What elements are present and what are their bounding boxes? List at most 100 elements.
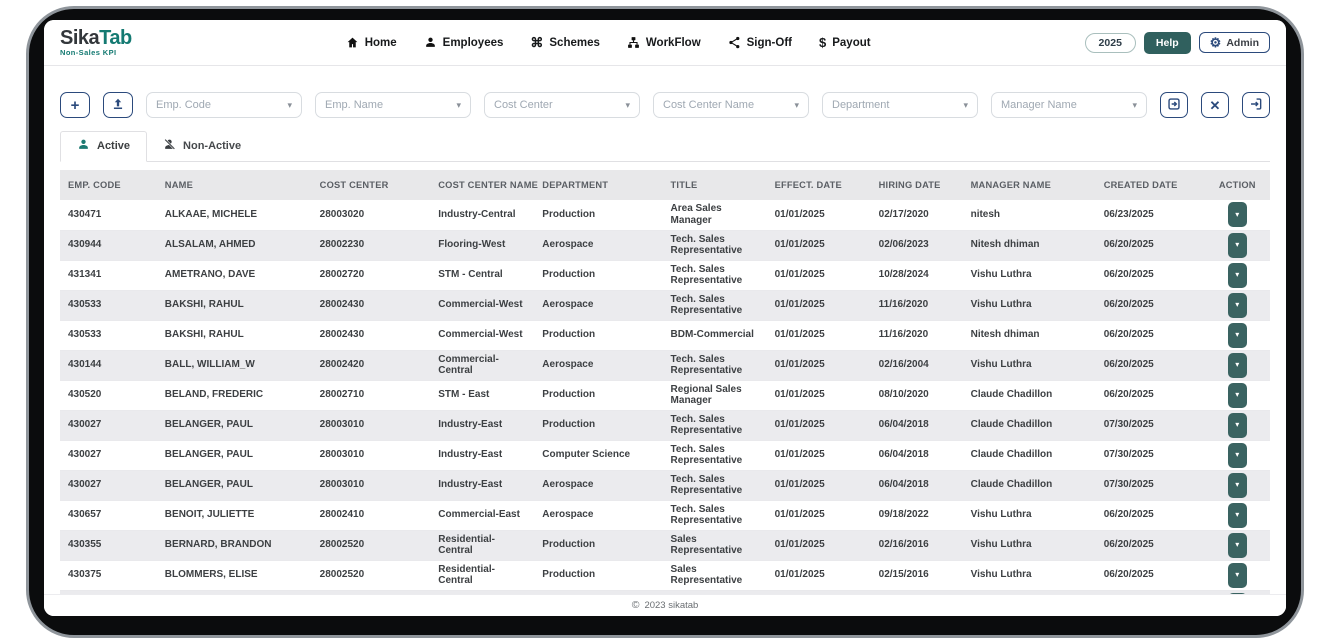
cell-cost-center-name: Industry-East: [430, 440, 534, 470]
filter-placeholder: Emp. Code: [156, 99, 287, 111]
table-row: 430533 BAKSHI, RAHUL 28002430 Commercial…: [60, 290, 1270, 320]
cell-department: Production: [534, 200, 662, 230]
cell-effect-date: 01/01/2025: [767, 230, 871, 260]
plus-icon: +: [71, 98, 80, 113]
row-action-button[interactable]: ▾: [1228, 202, 1247, 227]
col-emp-code: EMP. CODE: [60, 170, 157, 200]
brand-logo: SikaTab Non-Sales KPI: [60, 28, 132, 57]
row-action-button[interactable]: ▾: [1228, 263, 1247, 288]
year-badge[interactable]: 2025: [1085, 33, 1136, 53]
cell-effect-date: 01/01/2025: [767, 290, 871, 320]
cell-title: Tech. Sales Representative: [663, 500, 767, 530]
row-action-button[interactable]: ▾: [1228, 323, 1247, 348]
row-action-button[interactable]: ▾: [1228, 293, 1247, 318]
close-icon: ✕: [1210, 99, 1221, 112]
cell-cost-center-name: Commercial-West: [430, 290, 534, 320]
filter-emp-name[interactable]: Emp. Name ▾: [315, 92, 471, 118]
nav-signoff[interactable]: Sign-Off: [728, 36, 792, 49]
col-action: ACTION: [1205, 170, 1270, 200]
cell-name: BELANGER, PAUL: [157, 470, 312, 500]
cell-created-date: 06/23/2025: [1096, 200, 1205, 230]
table-row: 430027 BELANGER, PAUL 28003010 Industry-…: [60, 470, 1270, 500]
cell-manager-name: Nitesh dhiman: [963, 230, 1096, 260]
nav-schemes[interactable]: ⌘ Schemes: [530, 36, 600, 49]
cell-cost-center: 28003010: [312, 410, 431, 440]
cell-manager-name: Vishu Luthra: [963, 350, 1096, 380]
tab-non-active[interactable]: Non-Active: [147, 131, 257, 161]
cell-department: Production: [534, 320, 662, 350]
cell-hiring-date: 02/16/2016: [871, 530, 963, 560]
cell-department: Aerospace: [534, 230, 662, 260]
nav-payout[interactable]: $ Payout: [819, 36, 871, 49]
cell-cost-center: 28003010: [312, 440, 431, 470]
cell-hiring-date: 09/18/2022: [871, 500, 963, 530]
filter-cost-center[interactable]: Cost Center ▾: [484, 92, 640, 118]
filter-department[interactable]: Department ▾: [822, 92, 978, 118]
cell-hiring-date: 02/15/2016: [871, 560, 963, 590]
chevron-down-icon: ▾: [1235, 481, 1239, 489]
apply-filter-button[interactable]: [1160, 92, 1188, 118]
table-row: 430471 ALKAAE, MICHELE 28003020 Industry…: [60, 200, 1270, 230]
row-action-button[interactable]: ▾: [1228, 503, 1247, 528]
filter-placeholder: Manager Name: [1001, 99, 1132, 111]
tab-active[interactable]: Active: [60, 131, 147, 162]
filter-emp-code[interactable]: Emp. Code ▾: [146, 92, 302, 118]
cell-name: ALKAAE, MICHELE: [157, 200, 312, 230]
cell-hiring-date: 02/16/2004: [871, 350, 963, 380]
chevron-down-icon: ▾: [1235, 541, 1239, 549]
cell-hiring-date: 11/16/2020: [871, 320, 963, 350]
admin-button[interactable]: ⚙ Admin: [1199, 32, 1270, 53]
nav-home[interactable]: Home: [346, 36, 397, 49]
filter-cost-center-name[interactable]: Cost Center Name ▾: [653, 92, 809, 118]
row-action-button[interactable]: ▾: [1228, 533, 1247, 558]
chevron-down-icon: ▾: [625, 100, 630, 111]
cell-name: BELANGER, PAUL: [157, 440, 312, 470]
cell-cost-center: 28003020: [312, 200, 431, 230]
col-created-date: CREATED DATE: [1096, 170, 1205, 200]
cell-cost-center: 28002520: [312, 560, 431, 590]
row-action-button[interactable]: ▾: [1228, 413, 1247, 438]
cell-title: Regional Sales Manager: [663, 380, 767, 410]
cell-hiring-date: 10/28/2024: [871, 260, 963, 290]
row-action-button[interactable]: ▾: [1228, 383, 1247, 408]
cell-name: BLOMMERS, ELISE: [157, 560, 312, 590]
cell-manager-name: Nitesh dhiman: [963, 320, 1096, 350]
cell-name: BENOIT, JULIETTE: [157, 500, 312, 530]
sitemap-icon: [627, 36, 640, 49]
add-employee-button[interactable]: +: [60, 92, 90, 118]
help-button[interactable]: Help: [1144, 32, 1191, 54]
cell-effect-date: 01/01/2025: [767, 560, 871, 590]
cell-cost-center: 28002710: [312, 380, 431, 410]
nav-employees[interactable]: Employees: [424, 36, 504, 49]
chevron-down-icon: ▾: [1235, 571, 1239, 579]
filter-manager-name[interactable]: Manager Name ▾: [991, 92, 1147, 118]
row-action-button[interactable]: ▾: [1228, 443, 1247, 468]
cell-name: ALSALAM, AHMED: [157, 230, 312, 260]
cell-department: Aerospace: [534, 470, 662, 500]
cell-effect-date: 01/01/2025: [767, 380, 871, 410]
cell-hiring-date: 02/06/2023: [871, 230, 963, 260]
main-nav: Home Employees ⌘ Schemes WorkFlow: [132, 36, 1085, 49]
row-action-button[interactable]: ▾: [1228, 473, 1247, 498]
row-action-button[interactable]: ▾: [1228, 353, 1247, 378]
cell-hiring-date: 02/17/2020: [871, 200, 963, 230]
export-button[interactable]: [1242, 92, 1270, 118]
cell-created-date: 06/20/2025: [1096, 290, 1205, 320]
upload-button[interactable]: [103, 92, 133, 118]
admin-label: Admin: [1226, 37, 1259, 49]
nav-workflow[interactable]: WorkFlow: [627, 36, 701, 49]
chevron-down-icon: ▾: [794, 100, 799, 111]
clear-filter-button[interactable]: ✕: [1201, 92, 1229, 118]
filter-placeholder: Department: [832, 99, 963, 111]
row-action-button[interactable]: ▾: [1228, 233, 1247, 258]
nav-label: WorkFlow: [646, 37, 701, 49]
cell-emp-code: 430027: [60, 440, 157, 470]
cell-title: Sales Representative: [663, 560, 767, 590]
cell-name: BERNARD, BRANDON: [157, 530, 312, 560]
cell-cost-center: 28002430: [312, 290, 431, 320]
row-action-button[interactable]: ▾: [1228, 563, 1247, 588]
col-hiring-date: HIRING DATE: [871, 170, 963, 200]
col-cost-center: COST CENTER: [312, 170, 431, 200]
upload-icon: [111, 97, 125, 114]
cell-manager-name: nitesh: [963, 200, 1096, 230]
